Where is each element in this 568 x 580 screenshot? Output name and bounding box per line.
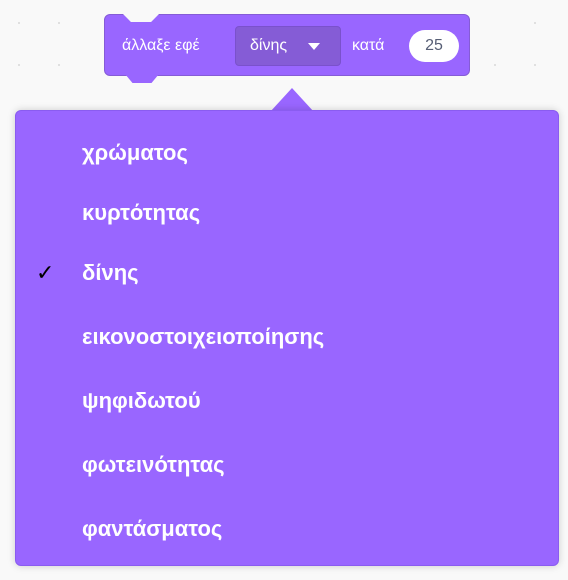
menu-item-label: χρώματος	[82, 140, 188, 165]
caret-down-icon	[308, 43, 320, 50]
menu-item-pixelate[interactable]: εικονοστοιχειοποίησης	[16, 312, 558, 360]
menu-item-label: εικονοστοιχειοποίησης	[82, 324, 325, 349]
amount-input[interactable]: 25	[409, 30, 459, 62]
menu-item-label: φωτεινότητας	[82, 452, 225, 477]
menu-item-fisheye[interactable]: κυρτότητας	[16, 188, 558, 236]
menu-pointer-arrow	[270, 88, 314, 112]
menu-item-label: κυρτότητας	[82, 200, 201, 225]
change-effect-block[interactable]: άλλαξε εφέ δίνης κατά 25	[104, 14, 470, 83]
effect-dropdown[interactable]: δίνης	[235, 26, 341, 66]
menu-item-mosaic[interactable]: ψηφιδωτού	[16, 376, 558, 424]
menu-item-label: φαντάσματος	[82, 516, 223, 541]
menu-item-whirl[interactable]: ✓ δίνης	[16, 248, 558, 296]
checkmark-icon: ✓	[36, 260, 55, 285]
effect-dropdown-value: δίνης	[250, 37, 288, 54]
block-top-notch	[123, 14, 159, 22]
menu-item-brightness[interactable]: φωτεινότητας	[16, 440, 558, 488]
effect-dropdown-menu: χρώματος κυρτότητας ✓ δίνης εικονοστοιχε…	[15, 110, 559, 566]
block-bottom-tab	[125, 74, 159, 83]
menu-item-label: ψηφιδωτού	[82, 388, 201, 413]
block-prefix-label: άλλαξε εφέ	[122, 37, 200, 54]
block-suffix-label: κατά	[352, 37, 385, 54]
menu-item-ghost[interactable]: φαντάσματος	[16, 504, 558, 552]
menu-item-label: δίνης	[82, 260, 139, 285]
menu-item-color[interactable]: χρώματος	[16, 128, 558, 176]
